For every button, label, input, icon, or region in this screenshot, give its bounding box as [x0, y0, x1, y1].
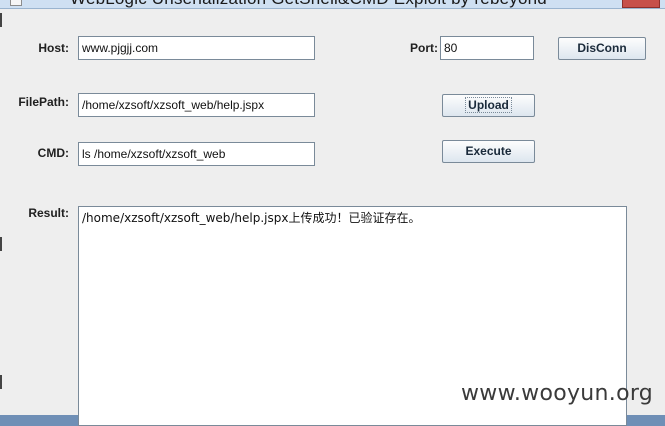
watermark: www.wooyun.org — [461, 381, 654, 406]
host-input[interactable]: www.pjgjj.com — [78, 36, 315, 60]
host-label: Host: — [38, 41, 69, 55]
upload-button-label: Upload — [465, 97, 512, 113]
port-label: Port: — [410, 41, 438, 55]
app-icon — [10, 0, 22, 6]
cmd-label: CMD: — [37, 146, 69, 160]
port-input[interactable]: 80 — [440, 36, 534, 60]
result-label: Result: — [28, 206, 69, 220]
disconn-button[interactable]: DisConn — [558, 37, 646, 60]
filepath-input[interactable]: /home/xzsoft/xzsoft_web/help.jspx — [78, 93, 315, 117]
main-panel: Host: www.pjgjj.com Port: 80 DisConn Fil… — [3, 9, 665, 426]
filepath-label: FilePath: — [18, 95, 69, 109]
execute-button-label: Execute — [465, 144, 512, 158]
upload-button[interactable]: Upload — [442, 94, 535, 117]
execute-button[interactable]: Execute — [442, 140, 535, 163]
disconn-button-label: DisConn — [577, 41, 627, 55]
close-icon: ✕ — [636, 0, 644, 2]
window-close-button[interactable]: ✕ — [622, 0, 660, 8]
window-title: WebLogic Unserialization GetShell&CMD Ex… — [70, 0, 547, 9]
title-bar: WebLogic Unserialization GetShell&CMD Ex… — [0, 0, 665, 9]
cmd-input[interactable]: ls /home/xzsoft/xzsoft_web — [78, 142, 315, 166]
